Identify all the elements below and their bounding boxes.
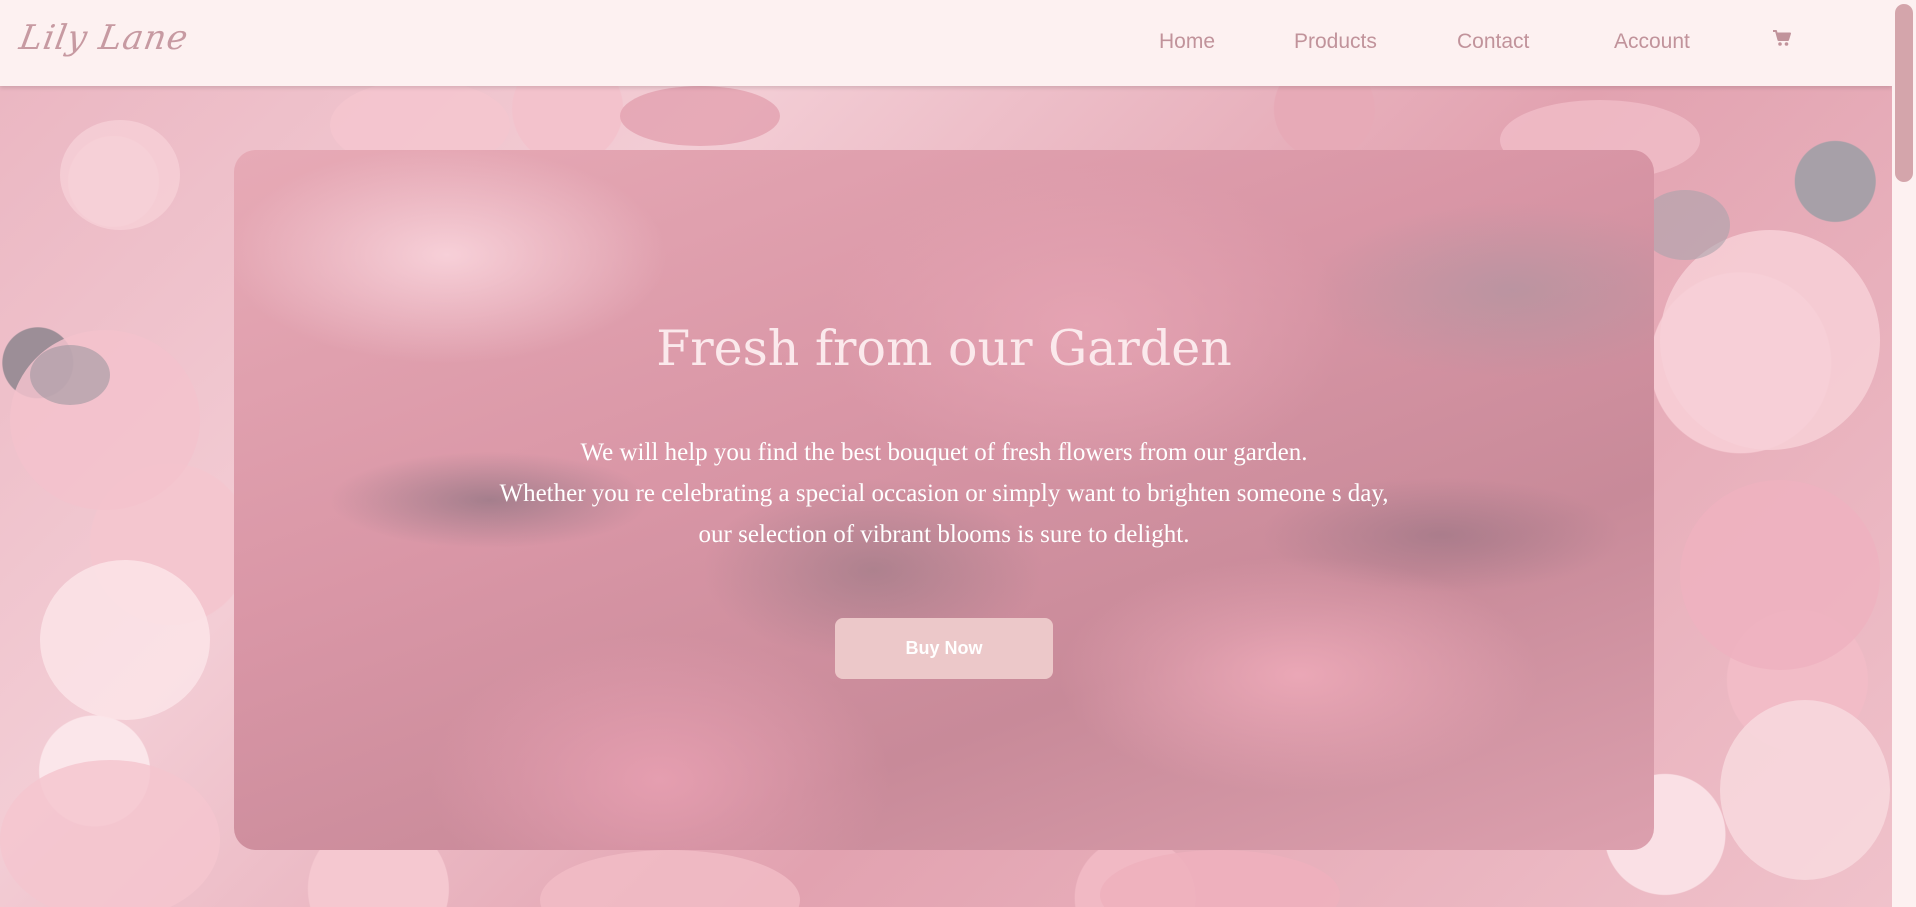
hero-title: Fresh from our Garden: [656, 320, 1232, 377]
site-header: Lily Lane Home Products Contact Account: [0, 0, 1892, 86]
hero-line: our selection of vibrant blooms is sure …: [698, 521, 1190, 548]
nav-home[interactable]: Home: [1159, 30, 1215, 54]
hero-description: We will help you find the best bouquet o…: [234, 432, 1654, 555]
hero-line: Whether you re celebrating a special occ…: [499, 480, 1389, 507]
hero-line: We will help you find the best bouquet o…: [580, 439, 1308, 466]
page-scrollbar[interactable]: [1892, 0, 1916, 907]
scrollbar-thumb[interactable]: [1895, 4, 1913, 182]
nav-account[interactable]: Account: [1614, 30, 1690, 54]
nav-products[interactable]: Products: [1294, 30, 1377, 54]
nav-contact[interactable]: Contact: [1457, 30, 1529, 54]
main-nav: Home Products Contact Account: [0, 30, 1892, 60]
hero-card: Fresh from our Garden We will help you f…: [234, 150, 1654, 850]
shopping-cart-icon[interactable]: [1772, 28, 1792, 48]
buy-now-button[interactable]: Buy Now: [835, 618, 1053, 679]
